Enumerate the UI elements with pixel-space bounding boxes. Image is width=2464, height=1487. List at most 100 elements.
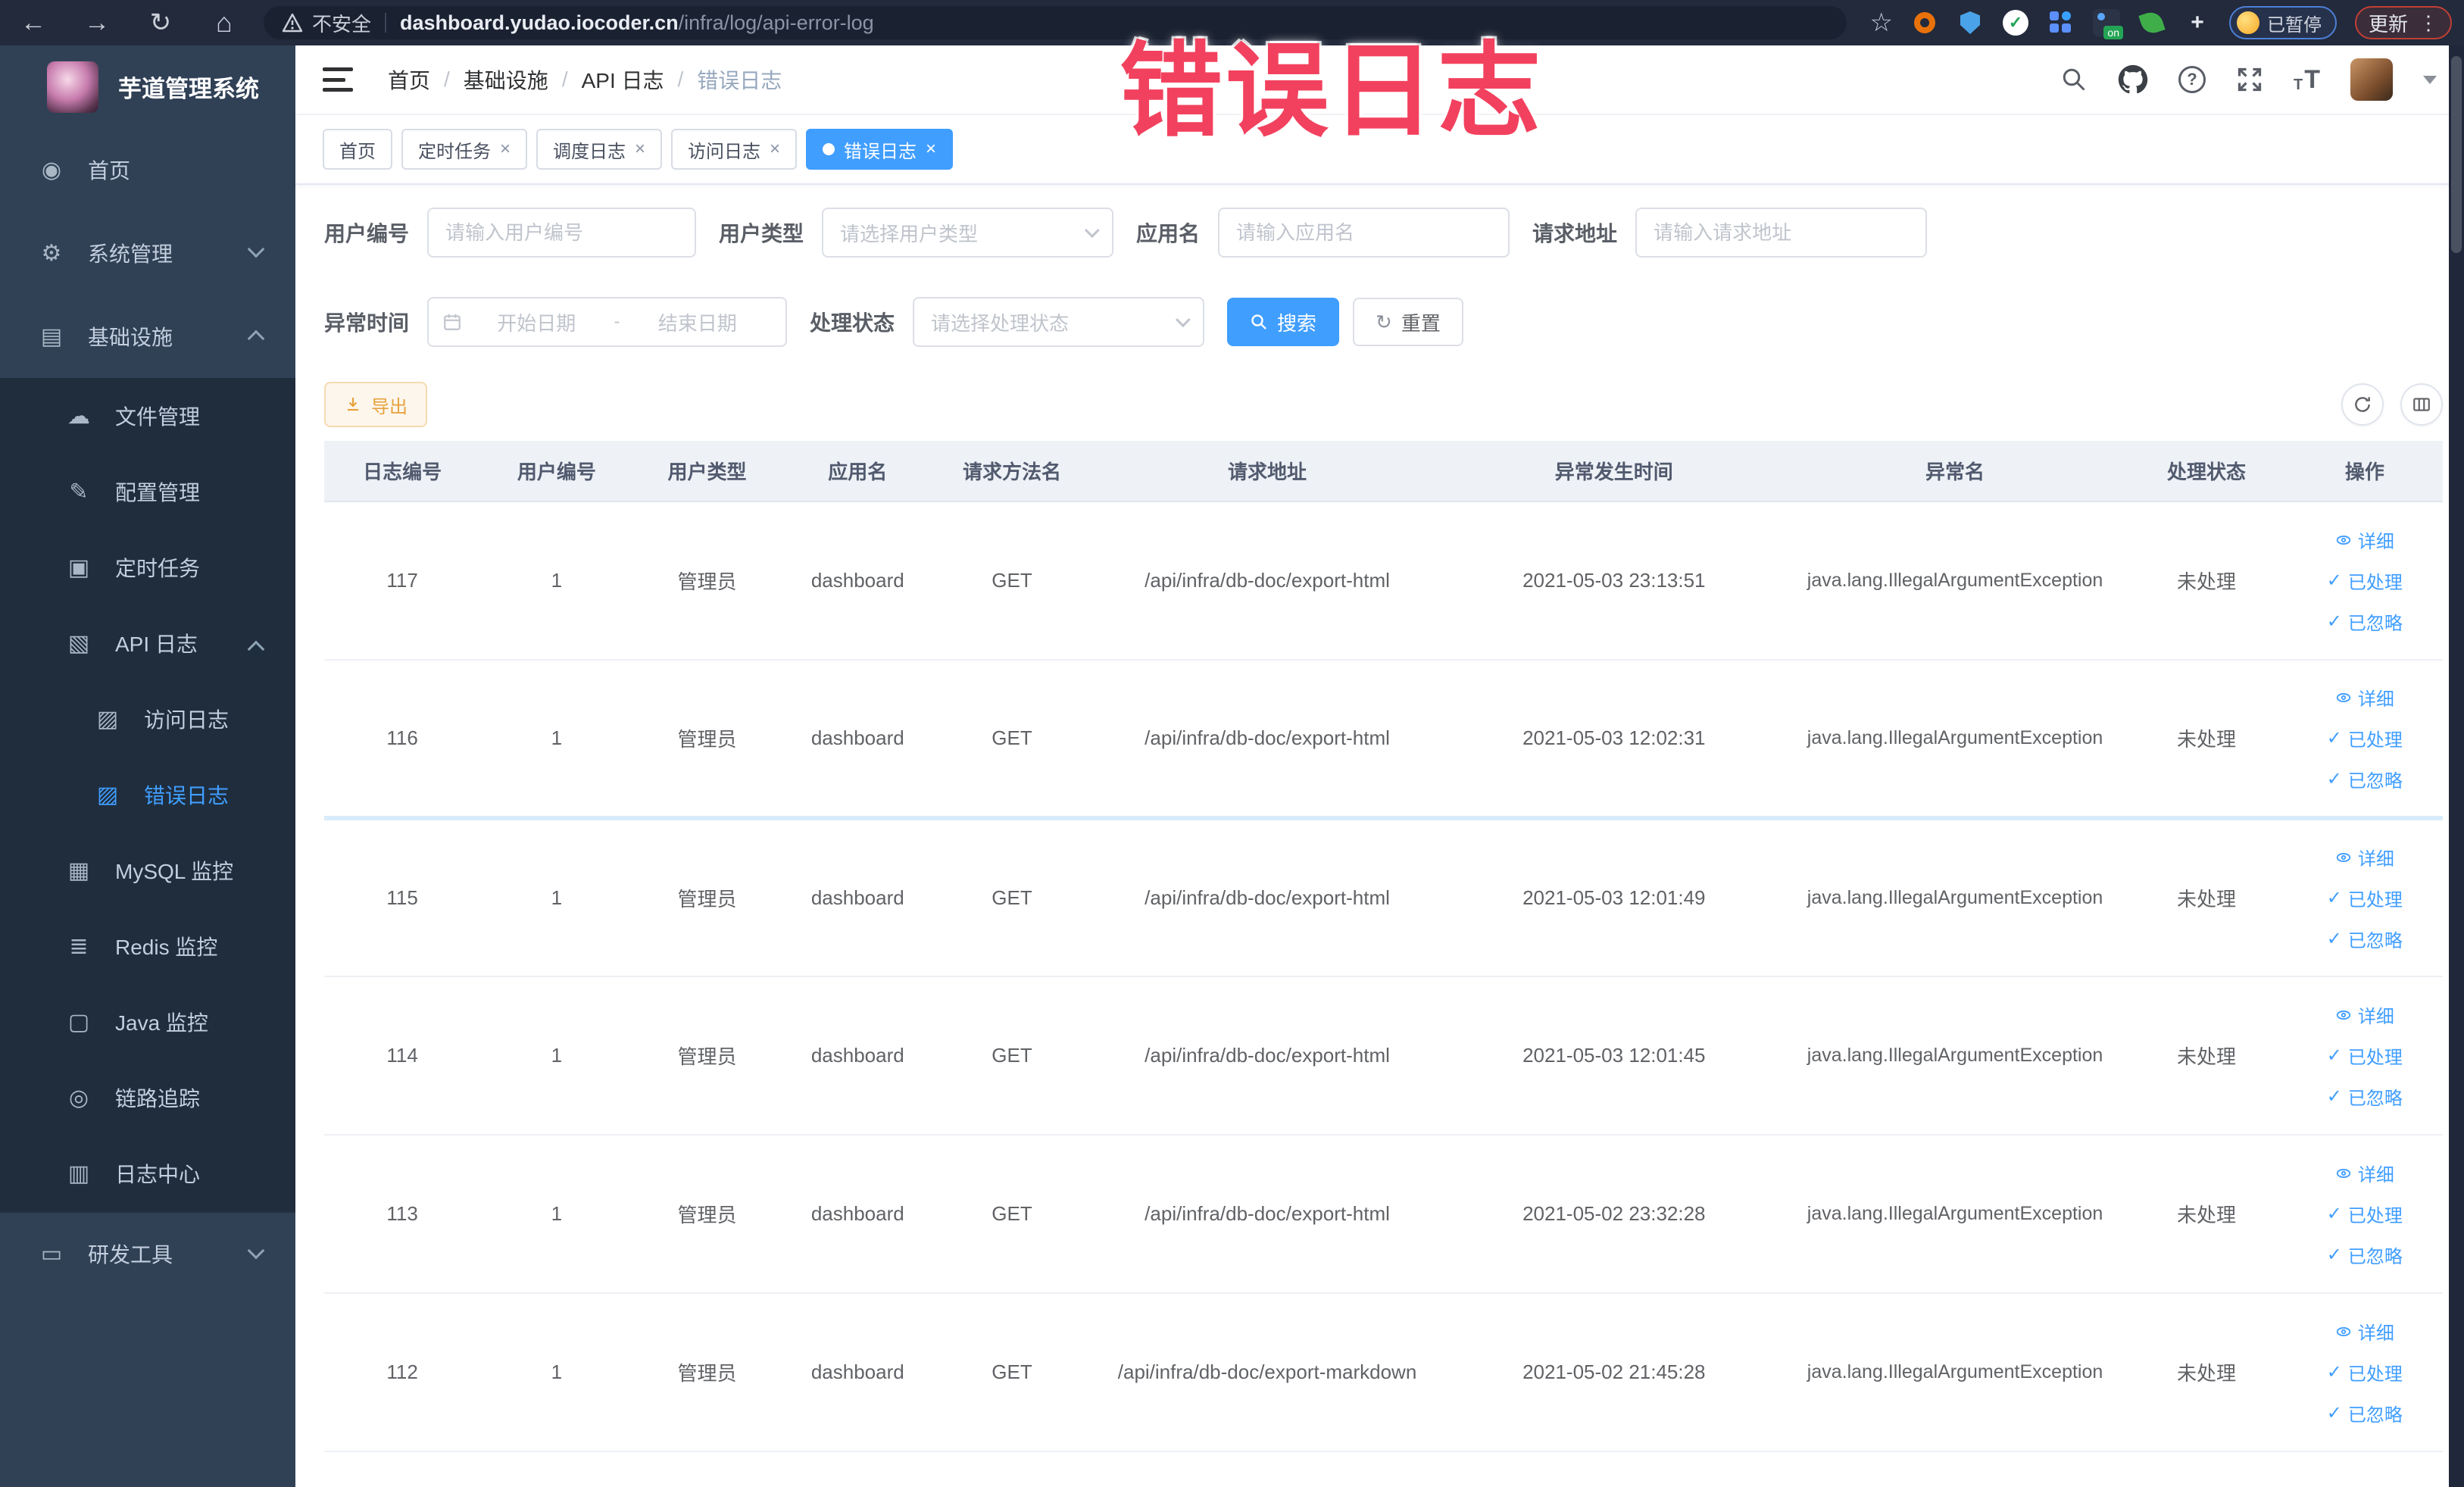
- mark-ignored-link[interactable]: ✓ 已忽略: [2327, 1395, 2403, 1432]
- close-icon[interactable]: ×: [635, 140, 645, 158]
- column-settings-button[interactable]: [2400, 383, 2443, 426]
- check-icon: ✓: [2326, 1045, 2342, 1066]
- sidebar-item-home[interactable]: ◉ 首页: [0, 128, 295, 211]
- bookmark-star-icon[interactable]: ☆: [1870, 8, 1893, 38]
- address-bar[interactable]: 不安全 dashboard.yudao.iocoder.cn /infra/lo…: [264, 6, 1847, 39]
- date-range-picker[interactable]: 开始日期 - 结束日期: [427, 297, 788, 347]
- reset-button[interactable]: ↻ 重置: [1353, 298, 1463, 346]
- app-name-input[interactable]: [1218, 208, 1510, 258]
- tab-error-log[interactable]: 错误日志 ×: [806, 129, 954, 170]
- kebab-menu-icon[interactable]: ⋮: [2419, 11, 2438, 35]
- search-icon: [1251, 314, 1266, 330]
- annotation-error-log: 错误日志: [1120, 33, 1544, 148]
- eye-icon: [2336, 535, 2351, 545]
- home-icon[interactable]: ⌂: [203, 5, 245, 41]
- detail-link[interactable]: 详细: [2335, 997, 2394, 1033]
- tab-job[interactable]: 定时任务 ×: [401, 129, 528, 170]
- extension-shield-icon[interactable]: [1957, 9, 1984, 36]
- sidebar-item-redis[interactable]: ≣ Redis 监控: [0, 908, 295, 984]
- sidebar-item-label: 错误日志: [144, 784, 230, 808]
- detail-link[interactable]: 详细: [2335, 839, 2394, 876]
- breadcrumb-infra[interactable]: 基础设施: [464, 64, 548, 95]
- back-icon[interactable]: ←: [12, 5, 55, 41]
- mark-ignored-link[interactable]: ✓ 已忽略: [2327, 1079, 2403, 1115]
- sidebar-item-infra[interactable]: ▤ 基础设施: [0, 295, 295, 378]
- refresh-table-button[interactable]: [2341, 383, 2384, 426]
- request-url-input[interactable]: [1635, 208, 1928, 258]
- extension-orange-icon[interactable]: [1911, 9, 1938, 36]
- detail-link[interactable]: 详细: [2335, 1155, 2394, 1192]
- table-row: 115 1 管理员 dashboard GET /api/infra/db-do…: [324, 818, 2443, 977]
- export-button[interactable]: 导出: [324, 382, 427, 427]
- mark-processed-link[interactable]: ✓ 已处理: [2327, 1196, 2403, 1232]
- browser-update-button[interactable]: 更新 ⋮: [2354, 6, 2452, 39]
- user-id-input[interactable]: [427, 208, 697, 258]
- sidebar-item-label: 访问日志: [144, 708, 230, 732]
- detail-link[interactable]: 详细: [2335, 1314, 2394, 1350]
- sidebar-item-access-log[interactable]: ▨ 访问日志: [0, 681, 295, 757]
- mark-ignored-link[interactable]: ✓ 已忽略: [2327, 761, 2403, 798]
- search-button[interactable]: 搜索: [1227, 298, 1340, 346]
- tab-access-log[interactable]: 访问日志 ×: [671, 129, 798, 170]
- sidebar-item-log-center[interactable]: ▥ 日志中心: [0, 1136, 295, 1211]
- sidebar-item-dev-tools[interactable]: ▭ 研发工具: [0, 1211, 295, 1295]
- help-icon[interactable]: ?: [2178, 66, 2206, 93]
- sidebar-item-config[interactable]: ✎ 配置管理: [0, 454, 295, 530]
- mark-ignored-link[interactable]: ✓ 已忽略: [2327, 604, 2403, 640]
- sidebar-item-trace[interactable]: ◎ 链路追踪: [0, 1060, 295, 1136]
- font-size-icon[interactable]: TT: [2294, 65, 2320, 95]
- mark-processed-link[interactable]: ✓ 已处理: [2327, 720, 2403, 757]
- cell-exception: java.lang.IllegalArgumentException: [1783, 1135, 2127, 1294]
- paused-label: 已暂停: [2266, 14, 2322, 36]
- button-label: 重置: [1401, 311, 1441, 335]
- page-scrollbar[interactable]: [2449, 45, 2464, 1487]
- breadcrumb-home[interactable]: 首页: [388, 64, 430, 95]
- profile-paused-badge[interactable]: 已暂停: [2228, 6, 2337, 39]
- sidebar-item-file[interactable]: ☁ 文件管理: [0, 378, 295, 454]
- reload-icon[interactable]: ↻: [139, 5, 182, 41]
- mark-ignored-link[interactable]: ✓ 已忽略: [2327, 1237, 2403, 1273]
- sidebar-item-mysql[interactable]: ▦ MySQL 监控: [0, 833, 295, 908]
- sidebar-item-label: 首页: [88, 159, 131, 183]
- mark-ignored-link[interactable]: ✓ 已忽略: [2327, 921, 2403, 957]
- cell-url: /api/infra/db-doc/export-markdown: [1090, 1293, 1444, 1452]
- tab-job-log[interactable]: 调度日志 ×: [536, 129, 663, 170]
- github-icon[interactable]: [2118, 64, 2148, 95]
- hamburger-icon[interactable]: [323, 67, 353, 92]
- tab-label: 调度日志: [553, 141, 626, 162]
- scrollbar-thumb[interactable]: [2451, 56, 2462, 253]
- fullscreen-icon[interactable]: [2236, 66, 2263, 93]
- mark-processed-link[interactable]: ✓ 已处理: [2327, 1038, 2403, 1074]
- tab-home[interactable]: 首页: [323, 129, 392, 170]
- search-icon[interactable]: [2060, 66, 2088, 93]
- extension-on-badge-icon[interactable]: on: [2092, 9, 2123, 39]
- extensions-puzzle-icon[interactable]: +: [2184, 9, 2211, 36]
- sidebar-item-job[interactable]: ▣ 定时任务: [0, 530, 295, 605]
- mark-processed-link[interactable]: ✓ 已处理: [2327, 880, 2403, 917]
- extension-check-icon[interactable]: ✓: [2002, 9, 2029, 36]
- close-icon[interactable]: ×: [926, 140, 936, 158]
- sidebar-item-api-log[interactable]: ▧ API 日志: [0, 605, 295, 681]
- close-icon[interactable]: ×: [500, 140, 511, 158]
- sidebar-item-java[interactable]: ▢ Java 监控: [0, 984, 295, 1060]
- sidebar-item-label: 研发工具: [88, 1243, 173, 1267]
- process-status-select[interactable]: 请选择处理状态: [913, 297, 1205, 347]
- cell-time: 2021-05-03 12:01:45: [1444, 976, 1784, 1136]
- breadcrumb-api-log[interactable]: API 日志: [582, 64, 664, 95]
- cell-exception: java.lang.IllegalArgumentException: [1783, 1293, 2127, 1452]
- sidebar-item-system[interactable]: ⚙ 系统管理: [0, 211, 295, 295]
- close-icon[interactable]: ×: [770, 140, 780, 158]
- detail-link[interactable]: 详细: [2335, 679, 2394, 716]
- mark-processed-link[interactable]: ✓ 已处理: [2327, 1354, 2403, 1391]
- forward-icon[interactable]: →: [76, 5, 118, 41]
- mark-processed-link[interactable]: ✓ 已处理: [2327, 563, 2403, 599]
- detail-link[interactable]: 详细: [2335, 522, 2394, 558]
- avatar-caret-icon[interactable]: [2423, 75, 2437, 84]
- sidebar-item-error-log[interactable]: ▨ 错误日志: [0, 757, 295, 833]
- cell-status: 未处理: [2126, 660, 2287, 820]
- filter-label: 异常时间: [324, 311, 410, 335]
- extension-leaf-icon[interactable]: [2138, 9, 2166, 36]
- user-type-select[interactable]: 请选择用户类型: [822, 208, 1114, 258]
- user-avatar[interactable]: [2350, 58, 2393, 101]
- extension-grid-icon[interactable]: [2047, 9, 2075, 36]
